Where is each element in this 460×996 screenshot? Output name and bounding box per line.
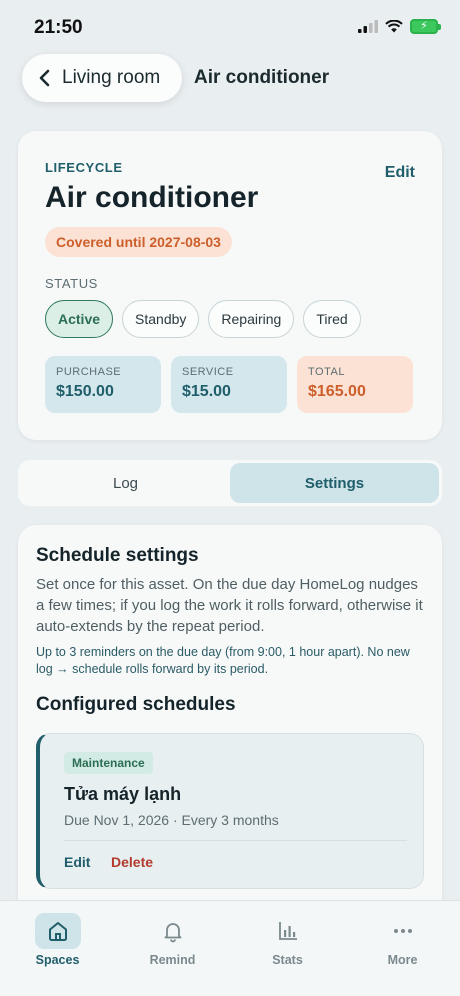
page-title: Air conditioner bbox=[194, 67, 330, 88]
battery-charging-icon: ⚡ bbox=[410, 19, 441, 34]
nav-remind[interactable]: Remind bbox=[115, 901, 230, 996]
home-icon bbox=[34, 913, 81, 949]
nav-remind-label: Remind bbox=[149, 953, 196, 967]
signal-icon bbox=[358, 20, 378, 33]
tab-settings[interactable]: Settings bbox=[230, 463, 439, 503]
service-cost: SERVICE $15.00 bbox=[171, 356, 287, 413]
segmented-tabs: Log Settings bbox=[18, 460, 442, 506]
status-chip-tired[interactable]: Tired bbox=[303, 300, 361, 338]
purchase-cost: PURCHASE $150.00 bbox=[45, 356, 161, 413]
wifi-icon bbox=[385, 20, 403, 33]
tab-log[interactable]: Log bbox=[21, 463, 230, 503]
nav-stats-label: Stats bbox=[272, 953, 303, 967]
service-label: SERVICE bbox=[182, 366, 234, 378]
status-icons: ⚡ bbox=[358, 19, 441, 34]
total-label: TOTAL bbox=[308, 366, 345, 378]
lifecycle-card: LIFECYCLE Edit Air conditioner Covered u… bbox=[18, 131, 442, 440]
schedule-delete-button[interactable]: Delete bbox=[111, 854, 153, 870]
nav-more-label: More bbox=[387, 953, 418, 967]
status-chip-repairing[interactable]: Repairing bbox=[208, 300, 295, 338]
schedule-edit-button[interactable]: Edit bbox=[64, 854, 90, 870]
purchase-value: $150.00 bbox=[56, 383, 114, 400]
status-chip-active[interactable]: Active bbox=[45, 300, 114, 338]
schedule-description: Set once for this asset. On the due day … bbox=[36, 576, 423, 635]
schedule-settings-title: Schedule settings bbox=[36, 545, 199, 566]
bar-chart-icon bbox=[265, 913, 311, 949]
status-chip-standby[interactable]: Standby bbox=[122, 300, 200, 338]
total-value: $165.00 bbox=[308, 383, 366, 400]
total-cost: TOTAL $165.00 bbox=[297, 356, 413, 413]
status-label: STATUS bbox=[45, 276, 98, 291]
status-time: 21:50 bbox=[34, 17, 83, 38]
nav-spaces-label: Spaces bbox=[35, 953, 80, 967]
bell-icon bbox=[150, 913, 196, 949]
edit-lifecycle-button[interactable]: Edit bbox=[385, 164, 415, 182]
status-bar: 21:50 ⚡ bbox=[0, 0, 460, 56]
nav-stats[interactable]: Stats bbox=[230, 901, 345, 996]
schedule-name: Tửa máy lạnh bbox=[64, 784, 182, 804]
more-dots-icon bbox=[380, 913, 426, 949]
coverage-badge: Covered until 2027-08-03 bbox=[45, 227, 232, 257]
divider bbox=[64, 840, 407, 841]
schedule-reminder-note: Up to 3 reminders on the due day (from 9… bbox=[36, 645, 410, 676]
schedule-due-info: Due Nov 1, 2026 · Every 3 months bbox=[64, 812, 279, 828]
lifecycle-label: LIFECYCLE bbox=[45, 160, 123, 175]
nav-spaces[interactable]: Spaces bbox=[0, 901, 115, 996]
back-label: Living room bbox=[62, 67, 161, 88]
nav-more[interactable]: More bbox=[345, 901, 460, 996]
service-value: $15.00 bbox=[182, 383, 231, 400]
back-button[interactable]: Living room bbox=[22, 54, 182, 102]
chevron-left-icon bbox=[39, 69, 50, 87]
schedule-settings-card: Schedule settings Set once for this asse… bbox=[18, 525, 442, 915]
cost-summary: PURCHASE $150.00 SERVICE $15.00 TOTAL $1… bbox=[45, 356, 413, 413]
schedule-item: Maintenance Tửa máy lạnh Due Nov 1, 2026… bbox=[36, 733, 424, 889]
purchase-label: PURCHASE bbox=[56, 366, 122, 378]
configured-schedules-title: Configured schedules bbox=[36, 694, 236, 715]
bottom-nav: Spaces Remind Stats More bbox=[0, 900, 460, 996]
schedule-type-tag: Maintenance bbox=[64, 752, 153, 774]
asset-title: Air conditioner bbox=[45, 181, 259, 214]
status-chips: Active Standby Repairing Tired bbox=[45, 300, 361, 338]
